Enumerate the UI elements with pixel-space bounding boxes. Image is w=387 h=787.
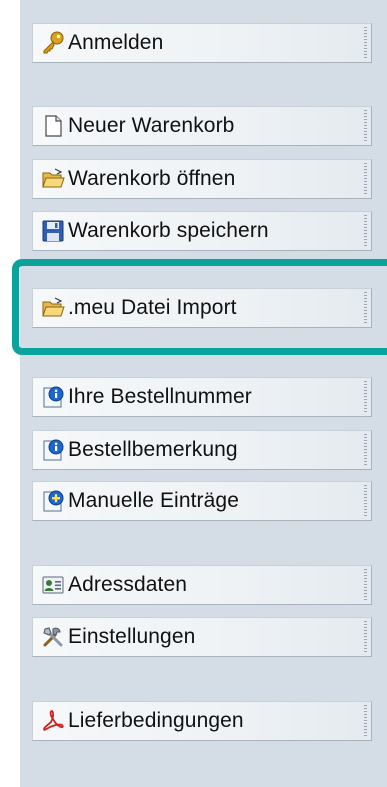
grip-dots bbox=[364, 381, 367, 413]
address-button[interactable]: Adressdaten bbox=[32, 565, 372, 605]
manual-entries-button[interactable]: Manuelle Einträge bbox=[32, 481, 372, 521]
add-badge-icon bbox=[41, 489, 65, 513]
order-note-label: Bestellbemerkung bbox=[68, 438, 238, 461]
pdf-icon bbox=[41, 709, 65, 733]
order-number-label: Ihre Bestellnummer bbox=[68, 385, 252, 408]
new-cart-label: Neuer Warenkorb bbox=[68, 114, 235, 137]
grip-dots bbox=[364, 215, 367, 247]
new-cart-button[interactable]: Neuer Warenkorb bbox=[32, 106, 372, 146]
save-cart-button[interactable]: Warenkorb speichern bbox=[32, 211, 372, 251]
key-icon bbox=[41, 31, 65, 55]
settings-label: Einstellungen bbox=[68, 625, 196, 648]
grip-dots bbox=[364, 163, 367, 195]
address-label: Adressdaten bbox=[68, 573, 188, 596]
open-cart-label: Warenkorb öffnen bbox=[68, 167, 236, 190]
login-button[interactable]: Anmelden bbox=[32, 23, 372, 63]
info-badge-icon bbox=[41, 385, 65, 409]
contact-card-icon bbox=[41, 573, 65, 597]
order-number-button[interactable]: Ihre Bestellnummer bbox=[32, 377, 372, 417]
document-icon bbox=[41, 114, 65, 138]
grip-dots bbox=[364, 434, 367, 466]
save-cart-label: Warenkorb speichern bbox=[68, 219, 269, 242]
tools-icon bbox=[41, 625, 65, 649]
login-label: Anmelden bbox=[68, 31, 164, 54]
grip-dots bbox=[364, 485, 367, 517]
grip-dots bbox=[364, 27, 367, 59]
open-cart-button[interactable]: Warenkorb öffnen bbox=[32, 159, 372, 199]
manual-entries-label: Manuelle Einträge bbox=[68, 489, 239, 512]
grip-dots bbox=[364, 621, 367, 653]
folder-open-icon bbox=[41, 167, 65, 191]
highlight-frame bbox=[12, 259, 387, 355]
terms-label: Lieferbedingungen bbox=[68, 709, 244, 732]
grip-dots bbox=[364, 705, 367, 737]
floppy-disk-icon bbox=[41, 219, 65, 243]
settings-button[interactable]: Einstellungen bbox=[32, 617, 372, 657]
terms-button[interactable]: Lieferbedingungen bbox=[32, 701, 372, 741]
grip-dots bbox=[364, 110, 367, 142]
order-note-button[interactable]: Bestellbemerkung bbox=[32, 430, 372, 470]
info-badge-icon bbox=[41, 438, 65, 462]
grip-dots bbox=[364, 569, 367, 601]
